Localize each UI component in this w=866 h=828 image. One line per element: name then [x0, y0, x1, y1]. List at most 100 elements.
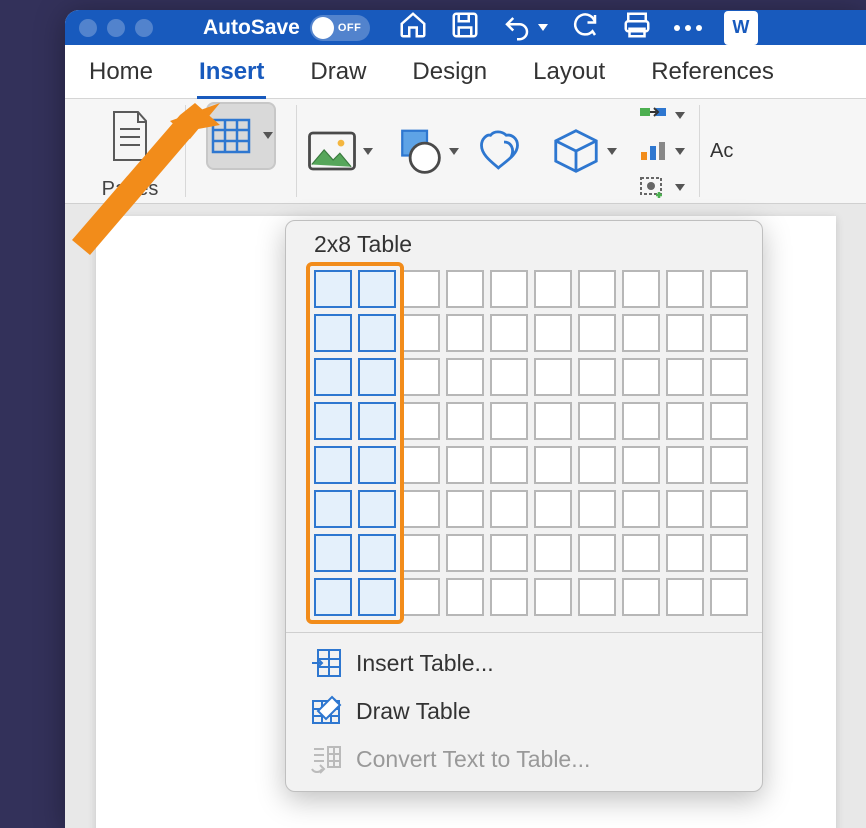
grid-cell[interactable] [402, 314, 440, 352]
tab-design[interactable]: Design [410, 48, 489, 96]
grid-cell[interactable] [314, 578, 352, 616]
table-split-button[interactable] [206, 102, 276, 170]
grid-cell[interactable] [622, 490, 660, 528]
grid-cell[interactable] [490, 578, 528, 616]
grid-cell[interactable] [622, 270, 660, 308]
grid-cell[interactable] [622, 578, 660, 616]
minimize-dot[interactable] [107, 19, 125, 37]
grid-cell[interactable] [534, 402, 572, 440]
grid-cell[interactable] [534, 314, 572, 352]
grid-cell[interactable] [710, 402, 748, 440]
grid-cell[interactable] [490, 358, 528, 396]
grid-cell[interactable] [622, 358, 660, 396]
grid-cell[interactable] [358, 402, 396, 440]
grid-cell[interactable] [490, 490, 528, 528]
grid-cell[interactable] [314, 402, 352, 440]
grid-cell[interactable] [710, 358, 748, 396]
grid-cell[interactable] [622, 402, 660, 440]
grid-cell[interactable] [666, 314, 704, 352]
grid-cell[interactable] [314, 446, 352, 484]
tab-draw[interactable]: Draw [308, 48, 368, 96]
print-icon[interactable] [622, 10, 652, 45]
grid-cell[interactable] [534, 534, 572, 572]
pages-button[interactable] [95, 102, 165, 170]
table-size-grid[interactable] [286, 262, 762, 632]
grid-cell[interactable] [358, 446, 396, 484]
grid-cell[interactable] [710, 490, 748, 528]
grid-cell[interactable] [666, 358, 704, 396]
grid-cell[interactable] [314, 314, 352, 352]
grid-cell[interactable] [710, 534, 748, 572]
grid-cell[interactable] [622, 314, 660, 352]
icons-button[interactable] [475, 120, 533, 182]
grid-cell[interactable] [578, 446, 616, 484]
grid-cell[interactable] [622, 534, 660, 572]
grid-cell[interactable] [446, 490, 484, 528]
home-icon[interactable] [398, 10, 428, 45]
window-controls[interactable] [79, 19, 193, 37]
grid-cell[interactable] [666, 402, 704, 440]
3d-models-button[interactable] [547, 120, 619, 182]
grid-cell[interactable] [314, 358, 352, 396]
close-dot[interactable] [79, 19, 97, 37]
grid-cell[interactable] [578, 314, 616, 352]
grid-cell[interactable] [578, 402, 616, 440]
grid-cell[interactable] [710, 270, 748, 308]
tab-layout[interactable]: Layout [531, 48, 607, 96]
tab-insert[interactable]: Insert [197, 48, 266, 100]
grid-cell[interactable] [490, 402, 528, 440]
grid-cell[interactable] [358, 270, 396, 308]
tab-references[interactable]: References [649, 48, 776, 96]
pictures-button[interactable] [303, 120, 375, 182]
grid-cell[interactable] [402, 402, 440, 440]
insert-table-menuitem[interactable]: Insert Table... [286, 639, 762, 687]
grid-cell[interactable] [402, 490, 440, 528]
grid-cell[interactable] [358, 534, 396, 572]
grid-cell[interactable] [490, 534, 528, 572]
grid-cell[interactable] [402, 534, 440, 572]
undo-icon[interactable] [502, 13, 548, 43]
grid-cell[interactable] [622, 446, 660, 484]
grid-cell[interactable] [534, 490, 572, 528]
grid-cell[interactable] [578, 270, 616, 308]
grid-cell[interactable] [446, 402, 484, 440]
grid-cell[interactable] [710, 314, 748, 352]
grid-cell[interactable] [534, 358, 572, 396]
grid-cell[interactable] [358, 314, 396, 352]
tab-home[interactable]: Home [87, 48, 155, 96]
grid-cell[interactable] [402, 578, 440, 616]
grid-cell[interactable] [578, 534, 616, 572]
grid-cell[interactable] [666, 578, 704, 616]
grid-cell[interactable] [490, 446, 528, 484]
grid-cell[interactable] [578, 358, 616, 396]
grid-cell[interactable] [578, 578, 616, 616]
draw-table-menuitem[interactable]: Draw Table [286, 687, 762, 735]
zoom-dot[interactable] [135, 19, 153, 37]
grid-cell[interactable] [666, 490, 704, 528]
grid-cell[interactable] [534, 270, 572, 308]
grid-cell[interactable] [358, 358, 396, 396]
grid-cell[interactable] [446, 578, 484, 616]
grid-cell[interactable] [314, 534, 352, 572]
grid-cell[interactable] [402, 270, 440, 308]
smartart-button[interactable] [639, 99, 685, 131]
grid-cell[interactable] [534, 578, 572, 616]
grid-cell[interactable] [446, 534, 484, 572]
grid-cell[interactable] [446, 446, 484, 484]
screenshot-button[interactable] [639, 171, 685, 203]
more-commands-icon[interactable] [674, 25, 702, 31]
redo-icon[interactable] [570, 10, 600, 45]
grid-cell[interactable] [314, 270, 352, 308]
grid-cell[interactable] [534, 446, 572, 484]
chart-button[interactable] [639, 135, 685, 167]
autosave-toggle[interactable]: OFF [310, 15, 370, 41]
grid-cell[interactable] [578, 490, 616, 528]
grid-cell[interactable] [402, 358, 440, 396]
grid-cell[interactable] [446, 270, 484, 308]
grid-cell[interactable] [314, 490, 352, 528]
grid-cell[interactable] [446, 358, 484, 396]
grid-cell[interactable] [446, 314, 484, 352]
grid-cell[interactable] [490, 314, 528, 352]
grid-cell[interactable] [710, 446, 748, 484]
grid-cell[interactable] [666, 446, 704, 484]
